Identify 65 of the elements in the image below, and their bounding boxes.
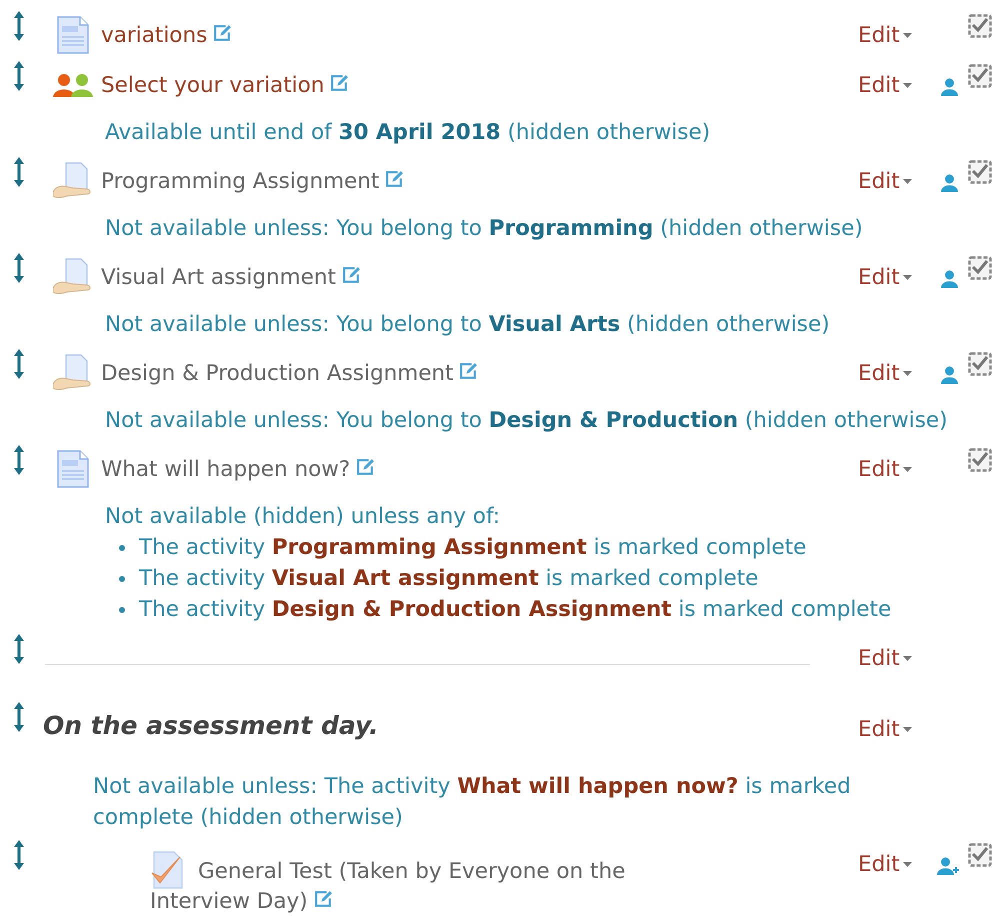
hand-document-icon — [53, 354, 93, 392]
person-icon[interactable] — [940, 174, 958, 192]
activity-link[interactable]: General Test (Taken by Everyone on the Interview Day) — [150, 857, 645, 918]
edit-title-icon[interactable] — [385, 170, 404, 188]
bullet-icon — [119, 544, 125, 550]
bullet-icon — [119, 606, 125, 612]
activity-link[interactable]: Design & Production Assignment — [101, 360, 454, 386]
people-icon — [53, 73, 93, 97]
restriction-text: Not available unless: You belong to Visual Arts (hidden otherwise) — [105, 311, 831, 339]
restriction-text: Not available unless: You belong to Programming (hidden otherwise) — [105, 215, 864, 243]
edit-menu[interactable]: Edit — [858, 360, 930, 386]
edit-title-icon[interactable] — [330, 74, 350, 92]
condition-text: The activity Visual Art assignment is marked complete — [139, 565, 758, 593]
caret-icon — [902, 726, 912, 732]
caret-icon — [902, 656, 912, 660]
edit-title-icon[interactable] — [342, 266, 361, 284]
person-icon[interactable] — [940, 78, 958, 96]
caret-icon — [902, 862, 912, 866]
bullet-icon — [119, 576, 125, 582]
person-icon[interactable] — [940, 270, 958, 288]
activity-link[interactable]: Programming Assignment — [101, 168, 380, 194]
edit-title-icon[interactable] — [356, 458, 376, 476]
edit-title-icon[interactable] — [213, 24, 232, 42]
edit-menu[interactable]: Edit — [858, 852, 930, 876]
caret-icon — [902, 82, 912, 88]
activity-link[interactable]: Visual Art assignment — [101, 264, 336, 290]
condition-text: The activity Programming Assignment is marked complete — [139, 534, 806, 562]
move-icon[interactable] — [14, 349, 24, 379]
move-icon[interactable] — [14, 11, 24, 41]
caret-icon — [902, 178, 912, 184]
move-icon[interactable] — [14, 702, 24, 732]
restriction-text: Not available unless: The activity What will happen now? is marked complete (hidden otherwise) — [93, 773, 852, 832]
edit-menu[interactable]: Edit — [858, 716, 930, 742]
edit-title-icon[interactable] — [459, 362, 478, 380]
person-icon[interactable] — [940, 366, 958, 384]
section-title: On the assessment day. — [43, 710, 380, 742]
document-icon — [56, 15, 90, 55]
move-icon[interactable] — [14, 157, 24, 187]
caret-icon — [902, 370, 912, 376]
edit-title-icon[interactable] — [314, 890, 333, 908]
hand-document-icon — [53, 162, 93, 200]
caret-icon — [902, 274, 912, 280]
edit-menu[interactable]: Edit — [858, 646, 930, 670]
activity-link[interactable]: Select your variation — [101, 72, 324, 98]
edit-menu[interactable]: Edit — [858, 264, 930, 290]
activity-link[interactable]: variations — [101, 22, 208, 48]
edit-menu[interactable]: Edit — [858, 72, 930, 98]
edit-menu[interactable]: Edit — [858, 168, 930, 194]
move-icon[interactable] — [14, 61, 24, 91]
person-add-icon[interactable] — [937, 857, 961, 875]
move-icon[interactable] — [14, 634, 24, 664]
edit-menu[interactable]: Edit — [858, 456, 930, 482]
edit-menu[interactable]: Edit — [858, 22, 930, 48]
move-icon[interactable] — [14, 253, 24, 283]
hand-document-icon — [53, 258, 93, 296]
caret-icon — [902, 32, 912, 38]
activity-link[interactable]: What will happen now? — [101, 456, 350, 482]
restriction-text: Not available (hidden) unless any of: — [105, 503, 501, 531]
move-icon[interactable] — [14, 840, 24, 870]
move-icon[interactable] — [14, 445, 24, 475]
caret-icon — [902, 466, 912, 472]
restriction-text: Available until end of 30 April 2018 (hidden otherwise) — [105, 119, 712, 147]
condition-text: The activity Design & Production Assignment is marked complete — [139, 596, 892, 624]
restriction-text: Not available unless: You belong to Design & Production (hidden otherwise) — [105, 407, 949, 435]
document-icon — [56, 449, 90, 489]
